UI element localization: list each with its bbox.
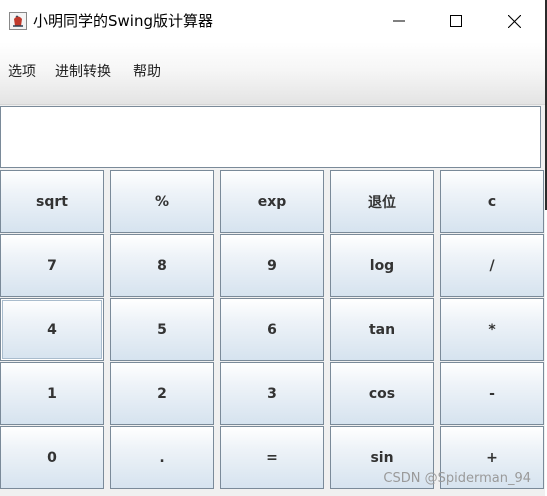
key-multiply[interactable]: * — [440, 298, 544, 361]
key-9[interactable]: 9 — [220, 234, 324, 297]
key-equals[interactable]: = — [220, 426, 324, 489]
keypad: sqrt % exp 退位 c 7 8 9 log / 4 5 6 tan * … — [0, 170, 545, 490]
menu-options[interactable]: 选项 — [8, 62, 36, 82]
key-0[interactable]: 0 — [0, 426, 104, 489]
key-backspace[interactable]: 退位 — [330, 170, 434, 233]
menu-help[interactable]: 帮助 — [133, 62, 161, 82]
key-7[interactable]: 7 — [0, 234, 104, 297]
key-5[interactable]: 5 — [110, 298, 214, 361]
title-bar[interactable]: 小明同学的Swing版计算器 — [0, 0, 545, 42]
key-percent[interactable]: % — [110, 170, 214, 233]
minimize-icon — [393, 20, 405, 22]
key-3[interactable]: 3 — [220, 362, 324, 425]
key-decimal[interactable]: . — [110, 426, 214, 489]
maximize-button[interactable] — [427, 0, 485, 42]
close-icon — [507, 14, 521, 28]
key-8[interactable]: 8 — [110, 234, 214, 297]
key-exp[interactable]: exp — [220, 170, 324, 233]
menu-bar: 选项 进制转换 帮助 — [0, 42, 545, 105]
maximize-icon — [450, 15, 462, 27]
key-6[interactable]: 6 — [220, 298, 324, 361]
key-clear[interactable]: c — [440, 170, 544, 233]
window-title: 小明同学的Swing版计算器 — [33, 12, 213, 30]
key-subtract[interactable]: - — [440, 362, 544, 425]
menu-base-conversion[interactable]: 进制转换 — [55, 62, 111, 82]
key-4[interactable]: 4 — [0, 298, 104, 361]
key-1[interactable]: 1 — [0, 362, 104, 425]
key-divide[interactable]: / — [440, 234, 544, 297]
close-button[interactable] — [485, 0, 543, 42]
result-display[interactable] — [0, 106, 541, 168]
key-sqrt[interactable]: sqrt — [0, 170, 104, 233]
key-cos[interactable]: cos — [330, 362, 434, 425]
key-tan[interactable]: tan — [330, 298, 434, 361]
java-cup-icon — [9, 12, 27, 30]
key-2[interactable]: 2 — [110, 362, 214, 425]
minimize-button[interactable] — [370, 0, 428, 42]
watermark-text: CSDN @Spiderman_94 — [383, 471, 531, 486]
calculator-window: 小明同学的Swing版计算器 选项 进制转换 帮助 sqrt % exp 退位 — [0, 0, 545, 496]
key-log[interactable]: log — [330, 234, 434, 297]
